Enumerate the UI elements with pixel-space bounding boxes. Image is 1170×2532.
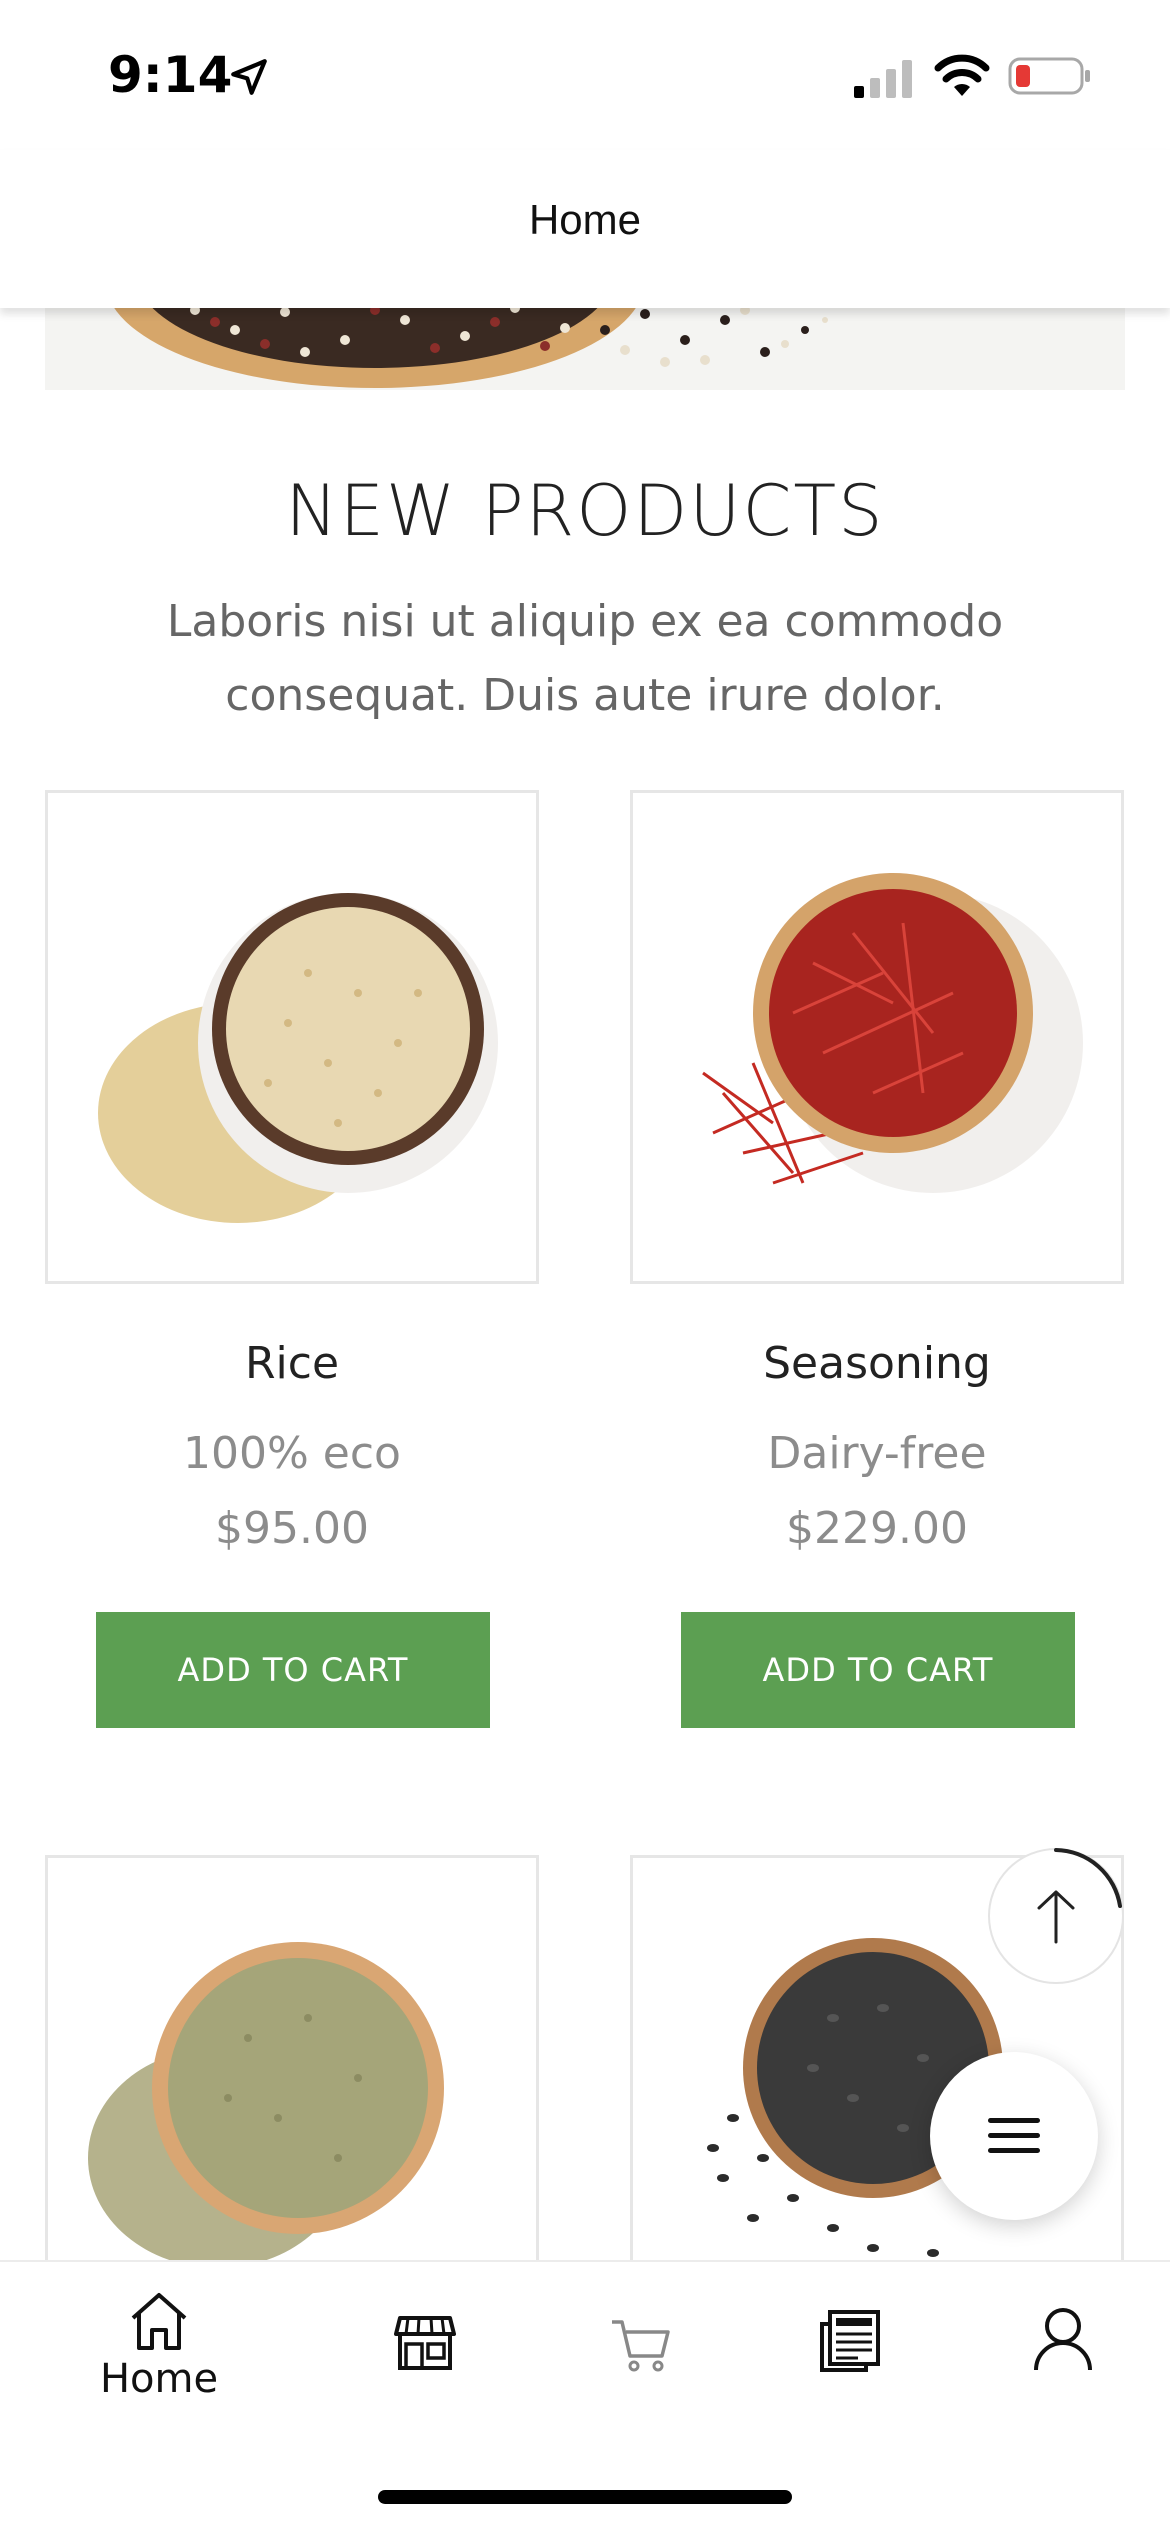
product-price: $229.00 (786, 1503, 968, 1554)
saffron-bowl-image (702, 873, 1083, 1193)
tab-account[interactable] (946, 2262, 1170, 2462)
cellular-signal-icon (854, 60, 912, 98)
product-image-rice[interactable] (45, 790, 539, 1284)
add-to-cart-button[interactable]: ADD TO CART (96, 1612, 490, 1728)
tab-home-label: Home (99, 2356, 219, 2402)
rice-bowl-image (98, 893, 498, 1223)
home-icon (131, 2293, 187, 2350)
tab-store[interactable] (308, 2262, 542, 2462)
location-arrow-icon (231, 59, 267, 95)
product-image-herb[interactable] (45, 1855, 539, 2275)
wifi-icon (934, 54, 990, 96)
product-image-seasoning[interactable] (630, 790, 1124, 1284)
page-title: Home (528, 196, 642, 243)
cart-icon (612, 2320, 670, 2372)
status-time: 9:14 (108, 46, 233, 104)
scroll-progress-ring (1054, 1848, 1122, 1908)
section-subtitle: Laboris nisi ut aliquip ex ea commodo co… (166, 596, 1004, 721)
product-name[interactable]: Seasoning (630, 1338, 1124, 1389)
product-price: $95.00 (215, 1503, 369, 1554)
product-tag: 100% eco (183, 1428, 401, 1479)
home-indicator[interactable] (378, 2490, 792, 2504)
news-icon (820, 2310, 880, 2372)
nav-header: Home (0, 150, 1170, 308)
tab-news[interactable] (733, 2262, 967, 2462)
herb-powder-bowl-image (88, 1942, 444, 2268)
product-tag: Dairy-free (767, 1428, 987, 1479)
add-to-cart-button[interactable]: ADD TO CART (681, 1612, 1075, 1728)
battery-low-icon (1008, 57, 1090, 95)
store-icon (394, 2316, 456, 2370)
section-title: NEW PRODUCTS (285, 470, 885, 552)
banner-image[interactable] (45, 300, 1125, 390)
tab-home[interactable]: Home (42, 2262, 276, 2462)
user-icon (1034, 2308, 1092, 2371)
status-bar: 9:14 (0, 0, 1170, 150)
hamburger-menu-icon (988, 2118, 1040, 2153)
product-name[interactable]: Rice (45, 1338, 539, 1389)
menu-fab-button[interactable] (930, 2052, 1098, 2220)
quinoa-bowl-image (109, 300, 828, 388)
tab-cart[interactable] (524, 2262, 758, 2462)
